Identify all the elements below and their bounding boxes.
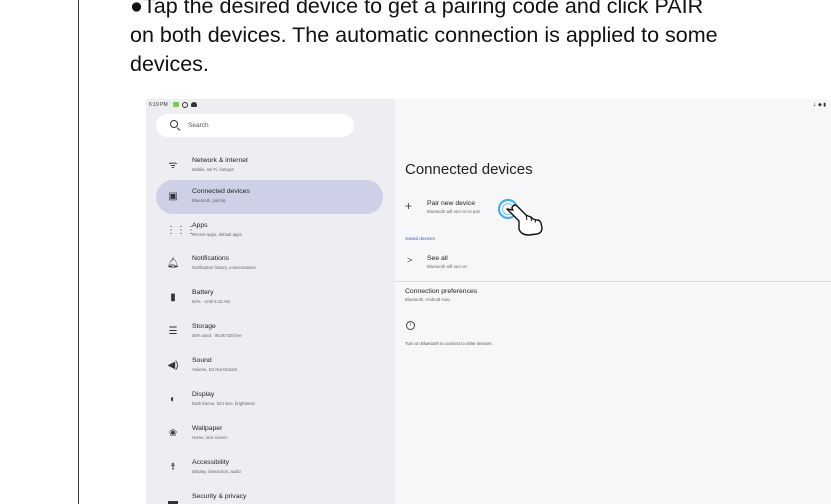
- instruction-line-3: devices.: [130, 52, 209, 76]
- sidebar-item-label: Battery: [192, 289, 214, 296]
- speaker-icon: ◀): [167, 360, 179, 371]
- instruction-line-1: ●Tap the desired device to get a pairing…: [130, 0, 704, 18]
- settings-screenshot: Search ᯤ Network & internet Mobile, Wi-Fi,…: [146, 99, 831, 504]
- search-bar[interactable]: Search: [156, 114, 354, 137]
- sidebar-item-subtitle: Dark theme, font size, brightness: [192, 401, 255, 406]
- sidebar-item-accessibility[interactable]: ☨ Accessibility Display, interaction, audi…: [156, 451, 383, 485]
- sidebar-item-subtitle: 26% used · 95.00 GB free: [192, 333, 242, 338]
- status-circle-icon: [182, 102, 188, 108]
- sidebar-item-label: Connected devices: [192, 188, 250, 195]
- status-time: 6:19 PM: [149, 102, 168, 108]
- saved-devices-header: Saved devices: [405, 236, 435, 241]
- sidebar-item-subtitle: Recent apps, default apps: [192, 232, 242, 237]
- sidebar-item-subtitle: Volume, Do Not Disturb: [192, 367, 237, 372]
- battery-icon: ▮: [170, 292, 176, 303]
- sidebar-item-label: Security & privacy: [192, 493, 247, 500]
- settings-sidebar: Search ᯤ Network & internet Mobile, Wi-Fi,…: [146, 99, 395, 504]
- notification-app-icon: [173, 102, 179, 107]
- storage-icon: ☰: [168, 326, 178, 337]
- sidebar-item-label: Wallpaper: [192, 425, 223, 432]
- sidebar-item-label: Storage: [192, 323, 216, 330]
- page-margin-line: [78, 0, 79, 504]
- bluetooth-info-text: Turn on Bluetooth to connect to other de…: [405, 341, 493, 346]
- connected-devices-panel: Connected devices + Pair new device Blue…: [395, 99, 831, 504]
- page-title: Connected devices: [405, 161, 533, 178]
- sidebar-item-label: Notifications: [192, 255, 230, 262]
- sidebar-item-connected-devices[interactable]: ▣ Connected devices Bluetooth, pairing: [156, 180, 383, 214]
- sidebar-item-security-privacy[interactable]: ▬ Security & privacy: [156, 485, 383, 504]
- sidebar-item-subtitle: Home, lock screen: [192, 435, 228, 440]
- instruction-line-2: on both devices. The automatic connectio…: [130, 23, 718, 47]
- sidebar-item-storage[interactable]: ☰ Storage 26% used · 95.00 GB free: [156, 315, 383, 349]
- display-icon: ◐: [169, 394, 177, 405]
- pair-new-device-label: Pair new device: [427, 200, 475, 207]
- see-all-label: See all: [427, 255, 448, 262]
- sidebar-item-wallpaper[interactable]: ❀ Wallpaper Home, lock screen: [156, 417, 383, 451]
- lock-icon: ▬: [168, 496, 178, 504]
- sidebar-item-label: Network & internet: [192, 157, 248, 164]
- wifi-icon: ᯤ: [168, 160, 178, 171]
- sidebar-item-battery[interactable]: ▮ Battery 62% · Until 5:15 AM: [156, 281, 383, 315]
- sidebar-item-label: Apps: [192, 222, 208, 229]
- plus-icon: +: [405, 199, 413, 213]
- palette-icon: ❀: [168, 428, 178, 439]
- sidebar-item-display[interactable]: ◐ Display Dark theme, font size, brightnes…: [156, 383, 383, 417]
- sidebar-item-subtitle: Notification history, conversations: [192, 265, 256, 270]
- tap-hand-icon: [497, 198, 543, 236]
- cloud-icon: [191, 102, 197, 107]
- sidebar-item-label: Display: [192, 391, 215, 398]
- connection-preferences-label: Connection preferences: [405, 288, 478, 295]
- section-divider: [395, 281, 831, 282]
- info-icon: i: [406, 321, 415, 330]
- instruction-text: ●Tap the desired device to get a pairing…: [130, 0, 831, 79]
- see-all-subtitle: Bluetooth will turn on: [427, 264, 467, 269]
- search-placeholder: Search: [188, 122, 209, 129]
- sidebar-item-label: Accessibility: [192, 459, 230, 466]
- connection-preferences-subtitle: Bluetooth, Android Auto: [405, 297, 450, 302]
- sidebar-item-sound[interactable]: ◀) Sound Volume, Do Not Disturb: [156, 349, 383, 383]
- accessibility-icon: ☨: [170, 462, 176, 473]
- sidebar-item-subtitle: Bluetooth, pairing: [192, 198, 226, 203]
- pair-new-device-subtitle: Bluetooth will turn on to pair: [427, 209, 481, 214]
- bell-icon: 🔔︎: [166, 258, 180, 269]
- sidebar-item-apps[interactable]: ⋮⋮⋮ Apps Recent apps, default apps: [156, 214, 383, 248]
- sidebar-item-subtitle: Mobile, Wi-Fi, hotspot: [192, 167, 234, 172]
- apps-grid-icon: ⋮⋮⋮: [166, 225, 196, 236]
- sidebar-item-notifications[interactable]: 🔔︎ Notifications Notification history, con…: [156, 247, 383, 281]
- chevron-right-icon: >: [407, 255, 413, 265]
- search-icon: [170, 120, 178, 128]
- devices-icon: ▣: [168, 191, 178, 202]
- sidebar-item-subtitle: 62% · Until 5:15 AM: [192, 299, 230, 304]
- sidebar-item-subtitle: Display, interaction, audio: [192, 469, 241, 474]
- sidebar-item-label: Sound: [192, 357, 212, 364]
- sidebar-item-network-internet[interactable]: ᯤ Network & internet Mobile, Wi-Fi, hotspo…: [156, 149, 383, 183]
